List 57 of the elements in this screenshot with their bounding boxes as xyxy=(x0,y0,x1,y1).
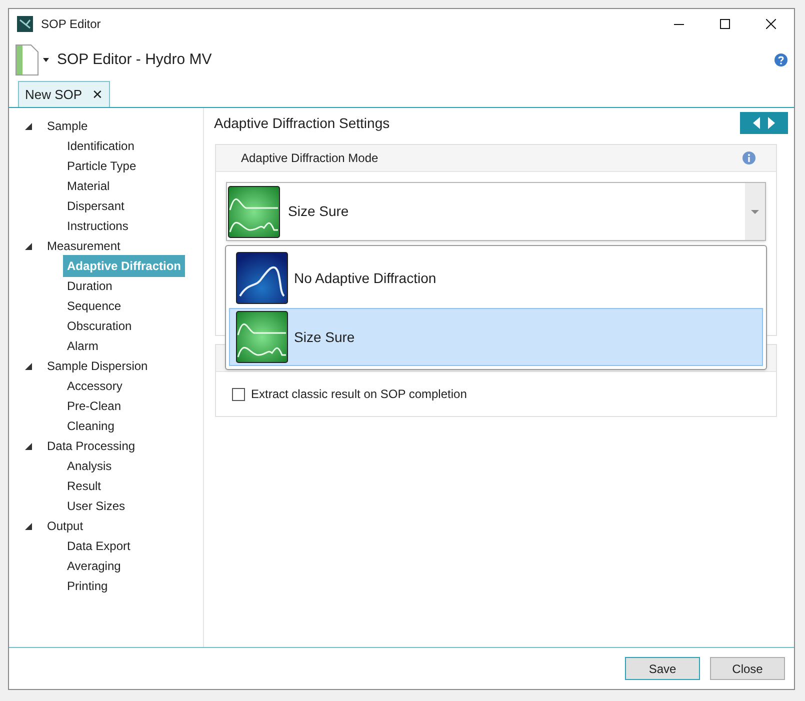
tree-item[interactable]: Result xyxy=(63,475,106,497)
maximize-icon xyxy=(720,19,730,29)
peaks-icon xyxy=(228,186,280,238)
tree-item[interactable]: Obscuration xyxy=(63,315,136,337)
info-icon[interactable] xyxy=(742,151,756,165)
section-title: Adaptive Diffraction Settings xyxy=(214,114,390,133)
tab-label: New SOP xyxy=(25,86,82,104)
tree-section[interactable]: Output xyxy=(47,517,84,535)
tree-item[interactable]: Accessory xyxy=(63,375,126,397)
next-button[interactable] xyxy=(768,117,775,129)
peaks-icon xyxy=(236,311,288,363)
tree-item[interactable]: Dispersant xyxy=(63,195,128,217)
tree-section[interactable]: Data Processing xyxy=(47,437,136,455)
previous-button[interactable] xyxy=(753,117,760,129)
tree-section[interactable]: Sample xyxy=(47,117,88,135)
dropdown-option[interactable]: No Adaptive Diffraction xyxy=(229,249,763,307)
close-icon xyxy=(766,19,776,29)
window-title: SOP Editor xyxy=(41,16,101,33)
mode-dropdown[interactable]: Size Sure xyxy=(226,182,766,241)
expanded-arrow-icon[interactable] xyxy=(25,362,32,370)
expanded-arrow-icon[interactable] xyxy=(25,442,32,450)
document-tab[interactable]: New SOP ✕ xyxy=(18,81,110,107)
tree-item[interactable]: Duration xyxy=(63,275,116,297)
tree-section[interactable]: Measurement xyxy=(47,237,120,255)
help-icon[interactable] xyxy=(774,53,788,67)
save-button[interactable]: Save xyxy=(625,657,700,680)
panel-title: Adaptive Diffraction Mode xyxy=(241,150,378,167)
expanded-arrow-icon[interactable] xyxy=(25,522,32,530)
tree-item[interactable]: Material xyxy=(63,175,114,197)
tree-item[interactable]: Instructions xyxy=(63,215,132,237)
tree-item[interactable]: Analysis xyxy=(63,455,116,477)
dialog-button[interactable]: Close xyxy=(710,657,785,680)
checkbox[interactable] xyxy=(232,388,245,400)
dropdown-value: Size Sure xyxy=(288,202,349,221)
checkbox-label: Extract classic result on SOP completion xyxy=(251,386,467,403)
tree-item[interactable]: Identification xyxy=(63,135,138,157)
tree-item[interactable]: Printing xyxy=(63,575,112,597)
tree-item[interactable]: Cleaning xyxy=(63,415,118,437)
tree-item[interactable]: Sequence xyxy=(63,295,126,317)
dropdown-caret-icon[interactable] xyxy=(43,58,49,62)
tree-item[interactable]: Pre-Clean xyxy=(63,395,126,417)
right-arrow-icon xyxy=(768,117,775,129)
tree-item[interactable]: Averaging xyxy=(63,555,125,577)
left-arrow-icon xyxy=(753,117,760,129)
curve-icon xyxy=(236,252,288,304)
dropdown-arrow-icon xyxy=(751,210,759,214)
expanded-arrow-icon[interactable] xyxy=(25,242,32,250)
expanded-arrow-icon[interactable] xyxy=(25,122,32,130)
tree-item[interactable]: Particle Type xyxy=(63,155,140,177)
tree-item[interactable]: User Sizes xyxy=(63,495,130,517)
editor-title: SOP Editor - Hydro MV xyxy=(57,50,212,70)
app-logo-icon xyxy=(17,16,33,32)
tab-close-button[interactable]: ✕ xyxy=(92,84,104,104)
tree-item[interactable]: Data Export xyxy=(63,535,134,557)
tree-item[interactable]: Alarm xyxy=(63,335,102,357)
tree-section[interactable]: Sample Dispersion xyxy=(47,357,148,375)
dropdown-option[interactable]: Size Sure xyxy=(229,308,763,366)
